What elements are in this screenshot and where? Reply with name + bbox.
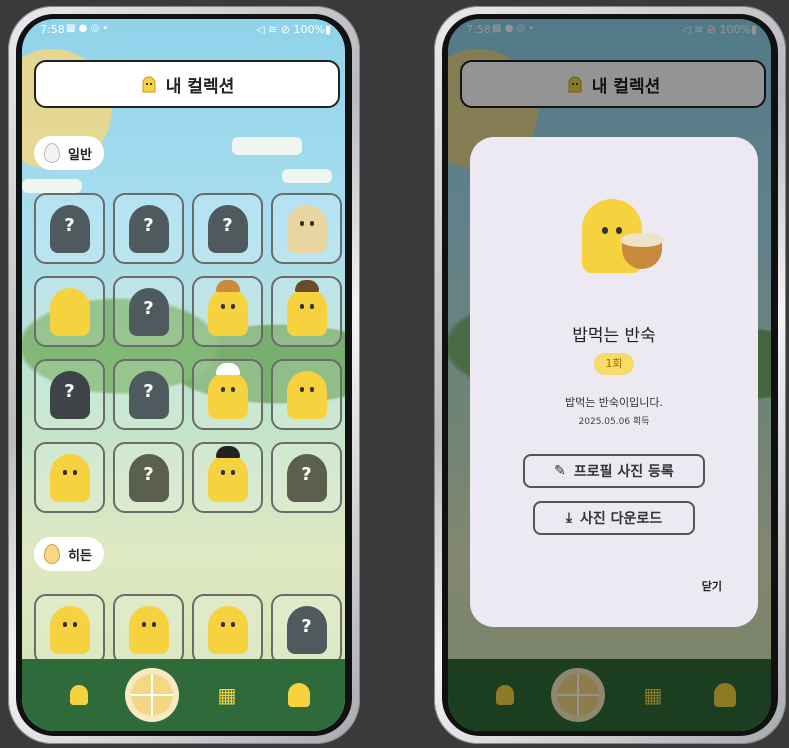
section-hidden: 히든: [34, 537, 104, 571]
collection-cell-unlocked[interactable]: [113, 594, 184, 665]
collection-cell-locked[interactable]: ?: [34, 193, 105, 264]
download-icon: ⤓: [565, 510, 573, 526]
screen-collection-detail: 7:58 ▩ ● ◎ • ◁ ≋ ⊘ 100%▮ 내 컬렉션 ▦ 밥먹는 반숙 …: [448, 19, 771, 731]
status-battery: ◁ ≋ ⊘ 100%▮: [256, 23, 331, 36]
collection-cell-locked[interactable]: ?: [271, 442, 342, 513]
locked-ghost-icon: ?: [128, 453, 169, 502]
locked-ghost-icon: ?: [286, 605, 327, 654]
collection-cell-unlocked[interactable]: [271, 276, 342, 347]
count-badge: 1회: [594, 353, 634, 375]
download-photo-label: 사진 다운로드: [580, 511, 663, 527]
pale-ghost-icon: [286, 204, 327, 253]
screen-collection: 7:58 ▩ ● ◎ • ◁ ≋ ⊘ 100%▮ 내 컬렉션 일반 ? ? ? …: [22, 19, 345, 731]
cloud: [282, 169, 332, 183]
page-title: 내 컬렉션: [165, 76, 235, 97]
collection-cell-locked[interactable]: ?: [113, 442, 184, 513]
cloud: [232, 137, 302, 155]
phone-left: 7:58 ▩ ● ◎ • ◁ ≋ ⊘ 100%▮ 내 컬렉션 일반 ? ? ? …: [8, 6, 360, 744]
ghost-icon: [70, 685, 88, 705]
cloud-ghost-icon: [49, 605, 90, 654]
graduation-hat-ghost-icon: [207, 445, 248, 502]
nest-ghost-icon: [128, 605, 169, 654]
nav-calendar-button[interactable]: ▦: [212, 680, 242, 710]
collection-cell-unlocked[interactable]: [192, 276, 263, 347]
phone-right: 7:58 ▩ ● ◎ • ◁ ≋ ⊘ 100%▮ 내 컬렉션 ▦ 밥먹는 반숙 …: [434, 6, 786, 744]
status-notification-icons: ▩ ● ◎ •: [66, 23, 109, 34]
locked-ghost-icon: ?: [49, 370, 90, 419]
section-hidden-label: 히든: [68, 548, 92, 564]
cloud: [22, 179, 82, 193]
set-profile-photo-label: 프로필 사진 등록: [573, 464, 674, 480]
locked-ghost-icon: ?: [128, 370, 169, 419]
acquired-date: 2025.05.06 획득: [578, 417, 650, 427]
collection-cell-unlocked[interactable]: [271, 359, 342, 430]
nav-collection-button[interactable]: [125, 668, 179, 722]
collection-cell-locked[interactable]: ?: [113, 359, 184, 430]
electric-ghost-icon: [207, 605, 248, 654]
download-photo-button[interactable]: ⤓ 사진 다운로드: [533, 501, 695, 535]
item-name: 밥먹는 반숙: [572, 326, 656, 346]
status-bar: 7:58 ▩ ● ◎ • ◁ ≋ ⊘ 100%▮: [22, 19, 345, 41]
collection-cell-unlocked[interactable]: [192, 442, 263, 513]
egg-icon: [44, 143, 60, 163]
towel-ghost-icon: [207, 362, 248, 419]
yellow-ghost-icon: [49, 287, 90, 336]
locked-ghost-icon: ?: [128, 287, 169, 336]
ghost-icon: [140, 75, 158, 93]
collection-cell-locked[interactable]: ?: [113, 276, 184, 347]
section-normal-label: 일반: [68, 147, 92, 163]
ghost-icon: [288, 683, 310, 707]
sparkle-ghost-icon: [49, 453, 90, 502]
collection-grid-icon: [131, 674, 173, 716]
set-profile-photo-button[interactable]: ✎ 프로필 사진 등록: [523, 454, 705, 488]
section-normal: 일반: [34, 136, 104, 170]
collection-cell-locked[interactable]: ?: [271, 594, 342, 665]
acorn-hat-ghost-icon: [207, 279, 248, 336]
collection-cell-unlocked[interactable]: [34, 594, 105, 665]
locked-ghost-icon: ?: [207, 204, 248, 253]
page-title-bar: 내 컬렉션: [34, 60, 340, 108]
flower-ghost-icon: [286, 370, 327, 419]
nest-hat-ghost-icon: [286, 279, 327, 336]
nav-profile-button[interactable]: [284, 680, 314, 710]
locked-ghost-icon: ?: [286, 453, 327, 502]
bottom-navigation: ▦: [22, 659, 345, 731]
close-button[interactable]: 닫기: [702, 578, 722, 594]
collection-cell-unlocked[interactable]: [192, 359, 263, 430]
collection-grid-normal: ? ? ? ? ? ? ? ?: [34, 193, 342, 513]
pencil-icon: ✎: [554, 463, 566, 479]
locked-ghost-icon: ?: [49, 204, 90, 253]
collection-cell-unlocked[interactable]: [192, 594, 263, 665]
collection-cell-pale[interactable]: [271, 193, 342, 264]
item-detail-dialog: 밥먹는 반숙 1회 밥먹는 반숙이입니다. 2025.05.06 획득 ✎ 프로…: [470, 137, 758, 627]
collection-cell-unlocked[interactable]: [34, 442, 105, 513]
collection-cell-unlocked[interactable]: [34, 276, 105, 347]
calendar-icon: ▦: [217, 683, 237, 707]
collection-cell-locked[interactable]: ?: [192, 193, 263, 264]
collection-grid-hidden: ?: [34, 594, 342, 665]
locked-ghost-icon: ?: [128, 204, 169, 253]
collection-cell-locked[interactable]: ?: [34, 359, 105, 430]
nav-home-button[interactable]: [64, 680, 94, 710]
item-description: 밥먹는 반숙이입니다.: [564, 396, 664, 409]
status-time: 7:58: [40, 23, 65, 36]
golden-egg-icon: [44, 544, 60, 564]
collection-cell-locked[interactable]: ?: [113, 193, 184, 264]
